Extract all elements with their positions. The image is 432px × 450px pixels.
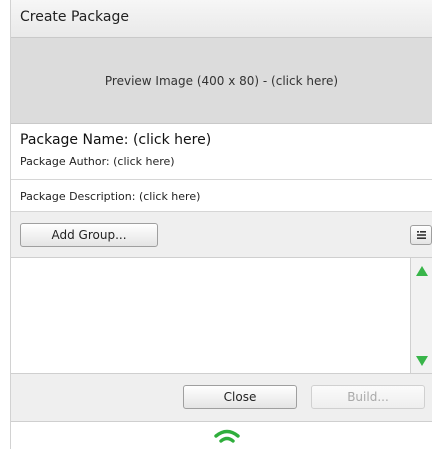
arrow-up-icon (415, 262, 429, 281)
group-toolbar: Add Group... (11, 212, 432, 258)
wifi-signal-icon (213, 426, 241, 450)
add-group-button[interactable]: Add Group... (20, 223, 158, 247)
create-package-window: Create Package Preview Image (400 x 80) … (10, 0, 432, 449)
arrow-down-icon (415, 352, 429, 371)
close-button[interactable]: Close (183, 385, 297, 409)
preview-image-label[interactable]: Preview Image (400 x 80) - (click here) (105, 74, 338, 88)
dialog-footer: Close Build... (11, 374, 432, 422)
package-info-block: Package Name: (click here) Package Autho… (11, 124, 432, 180)
list-menu-icon (411, 226, 431, 244)
group-list[interactable] (11, 258, 432, 374)
package-description-field[interactable]: Package Description: (click here) (20, 190, 200, 203)
preview-image-area[interactable]: Preview Image (400 x 80) - (click here) (11, 38, 432, 124)
package-name-field[interactable]: Package Name: (click here) (20, 132, 211, 148)
list-scrollbar[interactable] (410, 258, 432, 373)
scroll-up-button[interactable] (411, 260, 432, 282)
scroll-down-button[interactable] (411, 350, 432, 372)
window-title: Create Package (20, 9, 129, 25)
status-strip (11, 422, 432, 449)
build-button[interactable]: Build... (311, 385, 425, 409)
package-description-block: Package Description: (click here) (11, 180, 432, 212)
list-menu-button[interactable] (410, 225, 432, 245)
window-titlebar: Create Package (11, 0, 432, 38)
package-author-field[interactable]: Package Author: (click here) (20, 155, 175, 168)
